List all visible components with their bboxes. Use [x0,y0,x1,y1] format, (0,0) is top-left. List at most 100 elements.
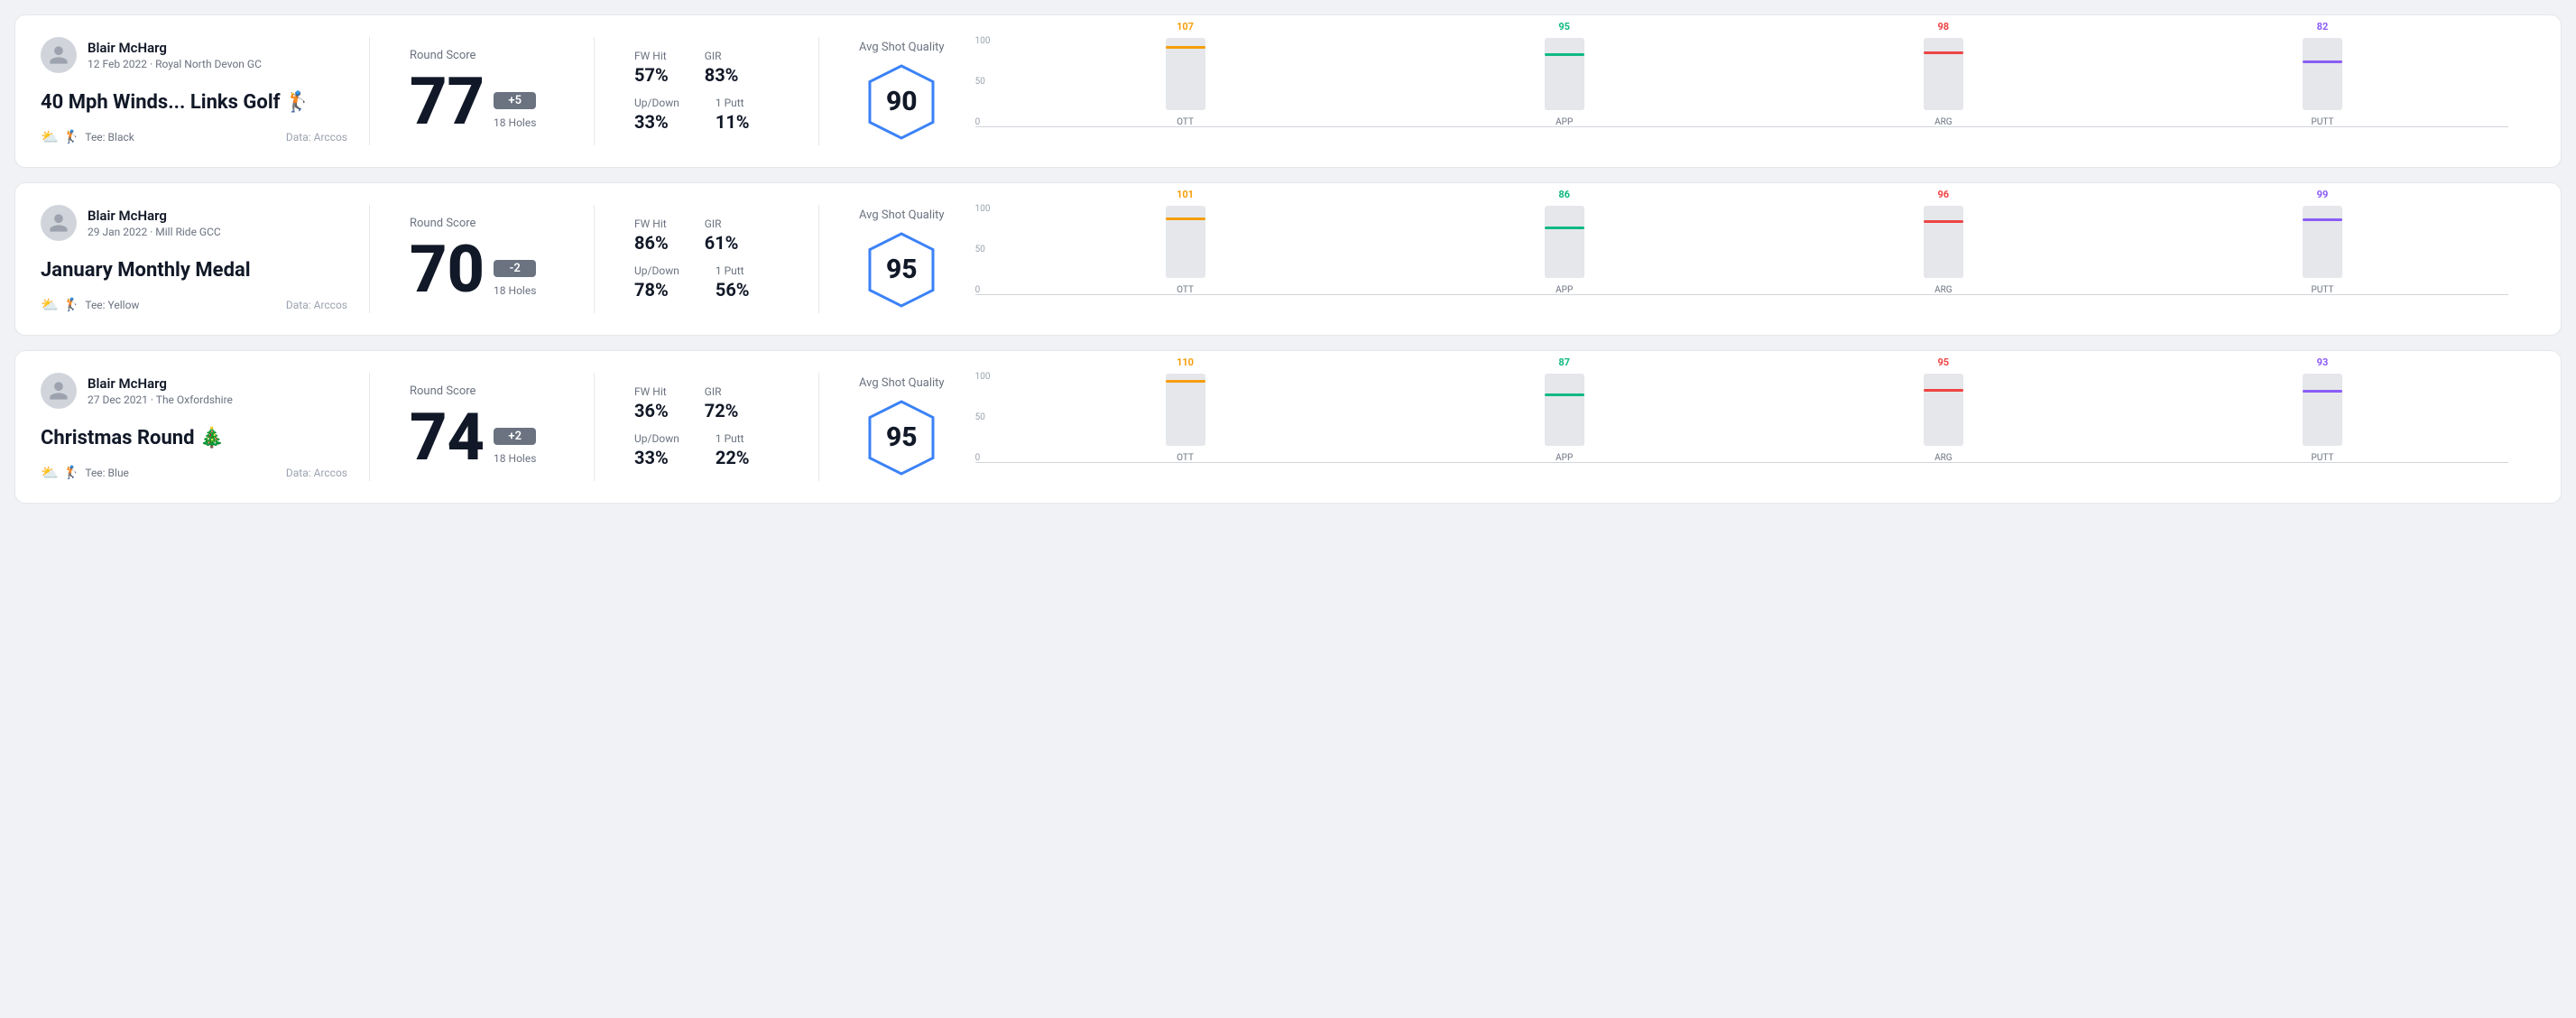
score-row: 70-218 Holes [410,237,554,302]
divider-3 [818,373,819,481]
score-badge: +2 [494,428,536,445]
stat-fw-hit: FW Hit57% [634,50,669,86]
y-axis: 100500 [975,205,991,295]
score-number: 70 [410,237,485,302]
stats-section: FW Hit57%GIR83%Up/Down33%1 Putt11% [616,37,797,145]
stat-oneputt: 1 Putt56% [716,264,750,301]
weather-icon: ⛅ [41,464,59,481]
divider-1 [369,37,370,145]
bar-value: 107 [1177,21,1194,32]
y-axis-label: 50 [975,78,991,87]
stats-row-2: Up/Down33%1 Putt22% [634,432,779,468]
bar-value: 93 [2317,356,2329,368]
chart-axis-line [975,126,2508,127]
stat-fw-label: FW Hit [634,217,669,230]
bar-value: 96 [1938,189,1950,200]
weather-icon: ⛅ [41,128,59,145]
round-title: January Monthly Medal [41,259,347,282]
score-row: 77+518 Holes [410,69,554,134]
quality-section: Avg Shot Quality 95 100500110OTT87APP95A… [841,373,2535,481]
bar-group-ott: 107OTT [999,21,1371,127]
bar-wrapper [2303,38,2342,110]
tee-label: Tee: Yellow [85,299,139,311]
quality-label: Avg Shot Quality [859,376,945,390]
round-left-section: Blair McHarg12 Feb 2022 · Royal North De… [41,37,347,145]
stat-gir-value: 61% [705,232,739,254]
bar-top-line [1166,217,1205,220]
bar-value: 98 [1938,21,1950,32]
tee-label: Tee: Black [85,131,134,143]
score-label: Round Score [410,384,554,398]
stat-fw-label: FW Hit [634,50,669,62]
stat-oneputt-value: 56% [716,279,750,301]
round-title: 40 Mph Winds... Links Golf 🏌️ [41,91,347,114]
stat-updown-label: Up/Down [634,432,679,445]
stat-updown: Up/Down78% [634,264,679,301]
chart-section: 100500107OTT95APP98ARG82PUTT [966,37,2517,145]
bar-wrapper [2303,206,2342,278]
card-footer: ⛅ 🏌 Tee: Black Data: Arccos [41,128,347,145]
bar-fill [1545,53,1584,110]
bar-top-line [1545,53,1584,56]
quality-score: 95 [886,421,918,453]
user-name: Blair McHarg [88,208,221,224]
quality-label: Avg Shot Quality [859,41,945,54]
stat-gir-value: 83% [705,64,739,86]
stat-gir: GIR61% [705,217,739,254]
round-card: Blair McHarg27 Dec 2021 · The Oxfordshir… [14,350,2562,504]
tee-info: ⛅ 🏌 Tee: Blue [41,464,129,481]
bar-group-app: 87APP [1379,356,1750,463]
bar-fill [1924,220,1963,278]
bar-top-line [2303,218,2342,221]
stat-gir-value: 72% [705,400,739,421]
hexagon-container: 95 [861,229,942,310]
bar-top-line [1166,46,1205,49]
score-badge: +5 [494,92,536,109]
user-meta: 27 Dec 2021 · The Oxfordshire [88,393,233,406]
data-source: Data: Arccos [286,131,347,143]
score-number: 74 [410,405,485,470]
divider-2 [594,373,595,481]
user-text: Blair McHarg29 Jan 2022 · Mill Ride GCC [88,208,221,238]
bar-group-arg: 96ARG [1758,189,2129,295]
bar-fill [2303,60,2342,110]
bar-chart: 100500107OTT95APP98ARG82PUTT [975,37,2508,145]
score-badge-group: -218 Holes [494,260,536,302]
bar-wrapper [2303,374,2342,446]
tee-info: ⛅ 🏌 Tee: Black [41,128,134,145]
stats-section: FW Hit36%GIR72%Up/Down33%1 Putt22% [616,373,797,481]
bar-group-arg: 98ARG [1758,21,2129,127]
stat-gir: GIR72% [705,385,739,421]
quality-left: Avg Shot Quality 90 [859,41,945,143]
data-source: Data: Arccos [286,467,347,479]
bar-top-line [2303,60,2342,63]
chart-section: 100500110OTT87APP95ARG93PUTT [966,373,2517,481]
card-footer: ⛅ 🏌 Tee: Yellow Data: Arccos [41,296,347,313]
bar-value: 95 [1558,21,1570,32]
score-badge: -2 [494,260,536,277]
user-info: Blair McHarg29 Jan 2022 · Mill Ride GCC [41,205,347,241]
y-axis-label: 50 [975,413,991,422]
stat-fw-value: 86% [634,232,669,254]
bar-fill [1545,393,1584,446]
chart-axis-line [975,462,2508,463]
bar-wrapper [1545,38,1584,110]
bar-fill [2303,390,2342,446]
round-card: Blair McHarg29 Jan 2022 · Mill Ride GCC J… [14,182,2562,336]
bar-wrapper [1545,206,1584,278]
stats-section: FW Hit 86% GIR61% Up/Down78% 1 Putt56% [616,205,797,313]
bar-fill [1924,51,1963,110]
stat-updown-label: Up/Down [634,264,679,277]
score-holes: 18 Holes [494,116,536,129]
user-name: Blair McHarg [88,375,233,392]
bar-wrapper [1924,38,1963,110]
user-info: Blair McHarg27 Dec 2021 · The Oxfordshir… [41,373,347,409]
bar-fill [1924,389,1963,446]
quality-left: Avg Shot Quality 95 [859,376,945,478]
bar-group-putt: 99PUTT [2137,189,2508,295]
divider-3 [818,37,819,145]
bar-fill [2303,218,2342,278]
quality-score: 95 [886,254,918,285]
round-title: Christmas Round 🎄 [41,427,347,449]
hexagon-container: 90 [861,61,942,143]
